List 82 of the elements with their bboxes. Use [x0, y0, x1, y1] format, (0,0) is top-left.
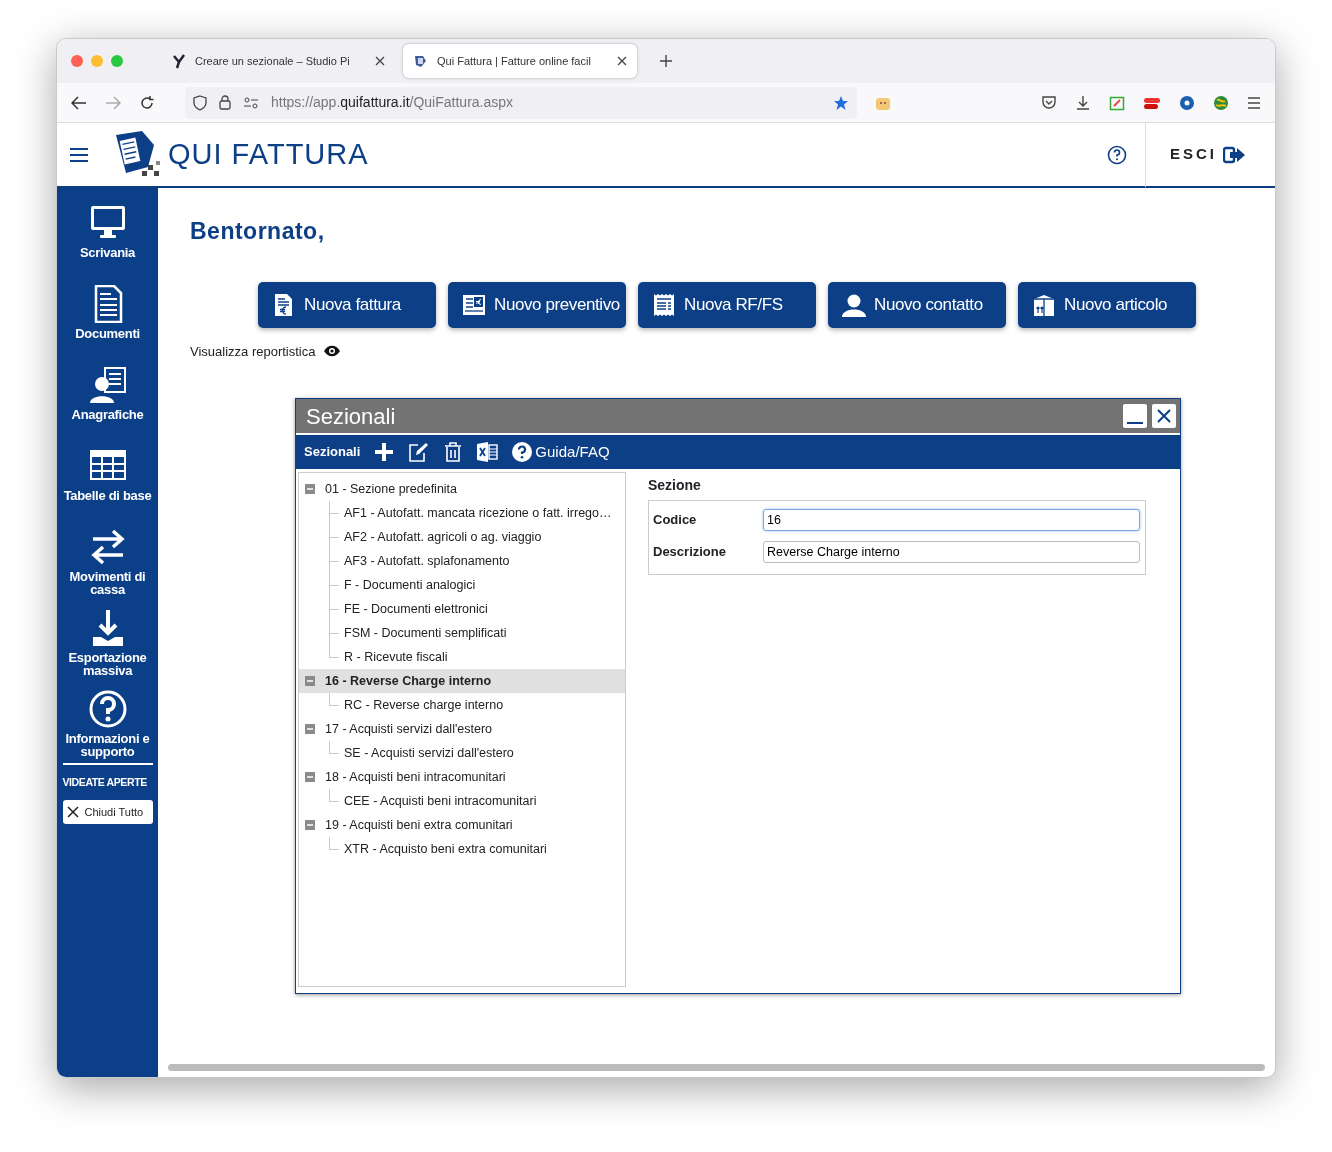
dialog-title: Sezionali	[306, 402, 396, 431]
input-field[interactable]: 16	[763, 509, 1140, 531]
sidebar-item[interactable]: Documenti	[57, 285, 158, 366]
greeting-heading: Bentornato,	[190, 218, 326, 246]
box-icon	[1032, 292, 1056, 317]
collapse-icon[interactable]	[305, 676, 315, 686]
back-icon[interactable]	[71, 95, 87, 110]
extension-icon[interactable]	[1179, 94, 1195, 111]
receipt-icon	[652, 292, 676, 317]
input-field[interactable]: Reverse Charge interno	[763, 541, 1140, 563]
contact-icon	[88, 366, 127, 404]
pocket-icon[interactable]	[1041, 95, 1057, 110]
quick-action-button[interactable]: Nuova RF/FS	[638, 281, 816, 328]
help-icon	[512, 442, 533, 462]
spreadsheet-icon[interactable]	[476, 442, 499, 462]
scrollbar[interactable]	[168, 1064, 1265, 1071]
add-icon[interactable]	[374, 442, 395, 462]
person-icon	[842, 292, 866, 317]
edit-icon[interactable]	[408, 442, 431, 462]
eye-icon[interactable]	[323, 345, 342, 358]
menu-icon[interactable]	[1247, 96, 1261, 109]
sidebar-item[interactable]: Informazioni e supporto	[57, 690, 158, 771]
trash-icon[interactable]	[444, 442, 463, 462]
tree-node[interactable]: 18 - Acquisti beni intracomunitari	[299, 765, 625, 789]
tab-title: Qui Fattura | Fatture online facil	[437, 53, 592, 69]
quick-action-button[interactable]: Nuova fattura	[258, 281, 436, 328]
collapse-icon[interactable]	[305, 772, 315, 782]
field-label: Codice	[653, 511, 698, 530]
tab-title: Creare un sezionale – Studio Pi	[195, 53, 351, 69]
close-button[interactable]	[1152, 404, 1176, 428]
quick-action-button[interactable]: Nuovo contatto	[828, 281, 1006, 328]
tree-node[interactable]: 17 - Acquisti servizi dall'estero	[299, 717, 625, 741]
new-tab-icon[interactable]	[659, 54, 673, 68]
close-icon	[1156, 408, 1172, 424]
extension-icon[interactable]	[1143, 95, 1161, 110]
sidebar-item[interactable]: Scrivania	[57, 204, 158, 285]
minimize-icon	[1127, 422, 1143, 424]
quick-action-button[interactable]: Nuovo preventivo	[448, 281, 626, 328]
sidebar-item[interactable]: Tabelle di base	[57, 447, 158, 528]
window-control-dot[interactable]	[91, 55, 103, 67]
collapse-icon[interactable]	[305, 484, 315, 494]
permissions-icon[interactable]	[243, 96, 259, 109]
tree-node[interactable]: 16 - Reverse Charge interno	[299, 669, 625, 693]
close-icon[interactable]	[375, 56, 385, 66]
help-icon	[88, 690, 127, 728]
toolbar-label: Sezionali	[304, 443, 361, 462]
logout-icon	[1223, 144, 1247, 165]
quote-icon	[462, 292, 486, 317]
help-link[interactable]: Guida/FAQ	[512, 440, 610, 464]
browser-tab[interactable]: Qui Fattura | Fatture online facil	[403, 44, 637, 78]
window-control-dot[interactable]	[111, 55, 123, 67]
close-icon[interactable]	[617, 56, 627, 66]
quick-action-button[interactable]: Nuovo articolo	[1018, 281, 1196, 328]
collapse-icon[interactable]	[305, 820, 315, 830]
sidebar-item[interactable]: Esportazione massiva	[57, 609, 158, 690]
logout-button[interactable]: ESCI	[1164, 142, 1253, 167]
star-icon[interactable]	[833, 94, 849, 111]
sidebar-item[interactable]: Anagrafiche	[57, 366, 158, 447]
site-logo-icon	[413, 53, 429, 69]
extension-icon[interactable]	[1109, 94, 1125, 111]
logo-text: QUI FATTURA	[168, 136, 369, 172]
lock-icon	[219, 95, 231, 110]
close-all-button[interactable]: Chiudi Tutto	[62, 799, 153, 824]
reload-icon[interactable]	[139, 94, 155, 111]
globe-icon[interactable]	[1213, 94, 1229, 111]
download-icon[interactable]	[1075, 94, 1091, 111]
help-icon[interactable]	[1107, 144, 1127, 165]
minimize-button[interactable]	[1123, 404, 1147, 428]
tree-node[interactable]: 01 - Sezione predefinita	[299, 477, 625, 501]
window-control-dot[interactable]	[71, 55, 83, 67]
shield-icon	[193, 94, 207, 111]
field-label: Descrizione	[653, 543, 727, 562]
site-logo-icon	[171, 53, 187, 69]
sidebar-item[interactable]: Movimenti di cassa	[57, 528, 158, 609]
section-label: VIDEATE APERTE	[62, 775, 148, 790]
menu-icon[interactable]	[69, 146, 89, 163]
browser-tab[interactable]: Creare un sezionale – Studio Pi	[161, 44, 395, 78]
form-heading: Sezione	[648, 476, 702, 495]
tree-node[interactable]: 19 - Acquisti beni extra comunitari	[299, 813, 625, 837]
collapse-icon[interactable]	[305, 724, 315, 734]
report-link[interactable]: Visualizza reportistica	[190, 341, 316, 362]
close-icon	[66, 805, 79, 818]
